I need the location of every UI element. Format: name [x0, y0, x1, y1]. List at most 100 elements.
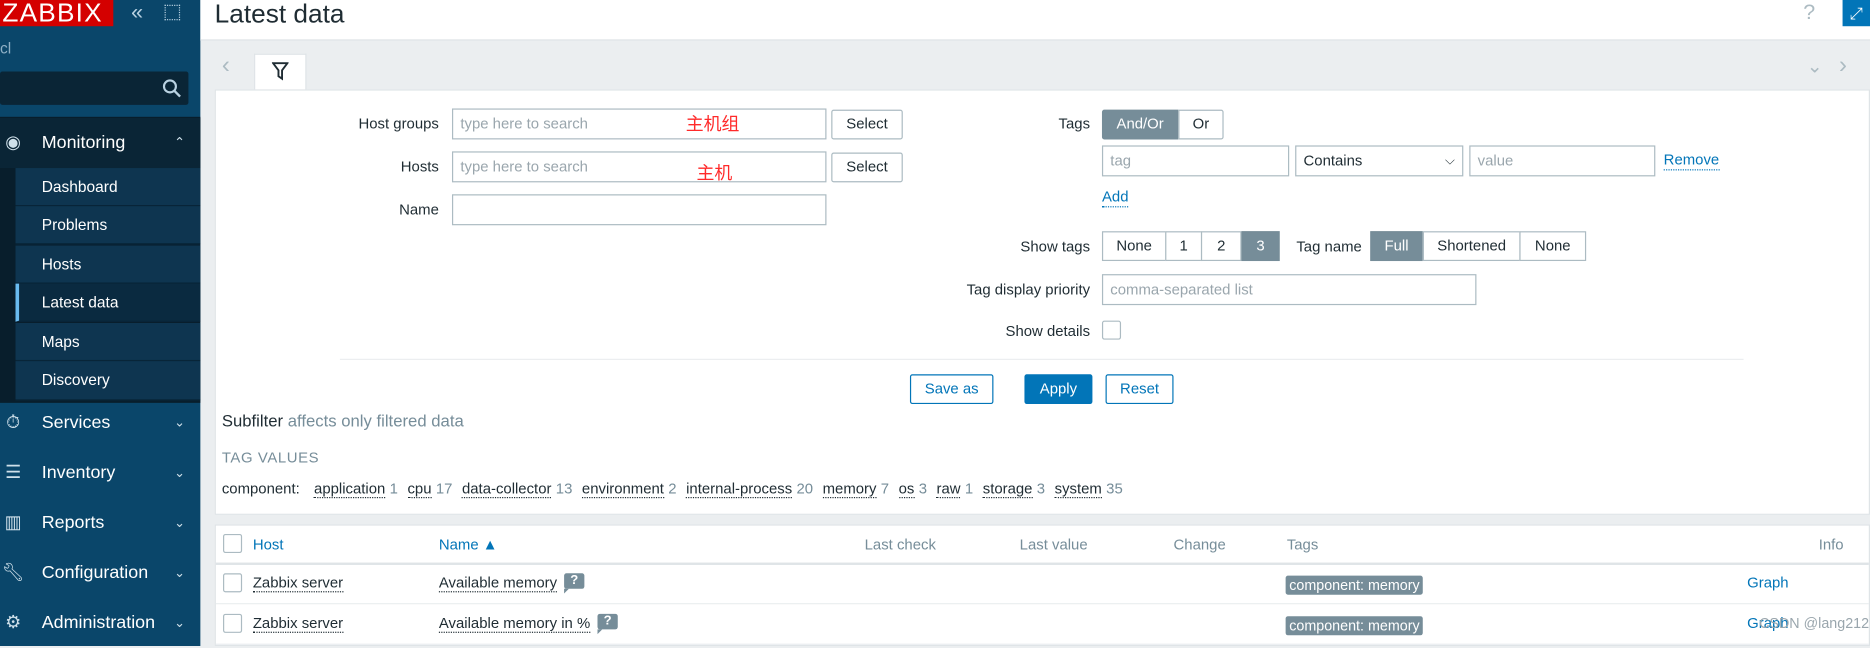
- host-groups-input[interactable]: type here to search: [451, 108, 827, 140]
- tag-value-item: os 3: [898, 479, 927, 499]
- tag-badge[interactable]: component: memory: [1285, 616, 1424, 636]
- column-name[interactable]: Name ▲: [439, 536, 498, 553]
- name-input[interactable]: [451, 194, 827, 226]
- tag-value-input[interactable]: value: [1469, 145, 1656, 177]
- show-details-checkbox[interactable]: [1101, 320, 1122, 340]
- tag-value-link[interactable]: application: [314, 480, 386, 499]
- tag-value-link[interactable]: cpu: [407, 480, 432, 499]
- tag-value-link[interactable]: system: [1054, 480, 1102, 499]
- submenu-hosts[interactable]: Hosts: [15, 245, 201, 284]
- tag-value-item: environment 2: [582, 479, 677, 499]
- reset-button[interactable]: Reset: [1105, 374, 1174, 405]
- tag-value-item: system 35: [1054, 479, 1123, 499]
- menu-configuration[interactable]: 🔧︎ Configuration ⌄: [0, 548, 200, 598]
- bar-chart-icon: ▥: [4, 512, 22, 533]
- apply-button[interactable]: Apply: [1024, 374, 1093, 405]
- graph-link[interactable]: Graph: [1747, 574, 1788, 591]
- tag-value-item: data-collector 13: [462, 479, 572, 499]
- help-hint-icon[interactable]: ?: [564, 573, 585, 594]
- menu-reports[interactable]: ▥ Reports ⌄: [0, 498, 200, 548]
- tag-value-count: 35: [1106, 480, 1123, 498]
- subfilter-heading: Subfilter affects only filtered data: [221, 411, 464, 431]
- tag-value-count: 20: [796, 480, 814, 498]
- submenu-latest-data[interactable]: Latest data: [15, 283, 201, 322]
- sidebar-search-input[interactable]: [0, 71, 189, 105]
- row-checkbox[interactable]: [223, 613, 243, 633]
- host-link[interactable]: Zabbix server: [252, 615, 344, 633]
- tag-value-count: 7: [880, 480, 890, 498]
- menu-inventory[interactable]: ☰ Inventory ⌄: [0, 448, 200, 498]
- column-host[interactable]: Host: [253, 536, 284, 553]
- submenu-problems[interactable]: Problems: [15, 206, 201, 245]
- chevron-left-icon[interactable]: ‹: [222, 52, 230, 79]
- tag-priority-label: Tag display priority: [966, 281, 1091, 298]
- chevron-down-icon[interactable]: ⌄: [1807, 55, 1823, 79]
- server-name: cl: [0, 39, 12, 58]
- tag-name-none[interactable]: None: [1519, 231, 1587, 262]
- tag-operator-select[interactable]: Contains ⌵: [1295, 145, 1464, 177]
- tag-name-shortened[interactable]: Shortened: [1422, 231, 1521, 262]
- tag-name-full[interactable]: Full: [1370, 231, 1423, 262]
- table-row: Zabbix server Available memory ? compone…: [215, 565, 1869, 605]
- tag-value-link[interactable]: os: [898, 480, 915, 499]
- show-tags-3[interactable]: 3: [1241, 231, 1280, 262]
- tags-label: Tags: [1058, 115, 1091, 133]
- host-link[interactable]: Zabbix server: [252, 574, 344, 593]
- hosts-select-button[interactable]: Select: [831, 152, 903, 183]
- collapse-sidebar-icon[interactable]: «: [131, 0, 143, 25]
- host-groups-select-button[interactable]: Select: [831, 109, 903, 140]
- tag-value-link[interactable]: internal-process: [686, 480, 793, 499]
- annotation-host-groups: 主机组: [685, 114, 740, 135]
- chevron-right-icon[interactable]: ›: [1839, 52, 1847, 79]
- tags-and-or-toggle[interactable]: And/Or: [1101, 109, 1179, 140]
- save-as-button[interactable]: Save as: [909, 374, 994, 405]
- chevron-down-icon: ⌄: [174, 566, 186, 581]
- tag-badge[interactable]: component: memory: [1285, 575, 1424, 595]
- select-all-checkbox[interactable]: [223, 533, 243, 554]
- tag-value-link[interactable]: storage: [983, 480, 1033, 499]
- tags-or-toggle[interactable]: Or: [1178, 109, 1224, 140]
- tag-value-item: internal-process 20: [686, 479, 814, 499]
- chevron-down-icon: ⌄: [174, 415, 186, 431]
- help-hint-icon[interactable]: ?: [597, 613, 618, 635]
- show-tags-none[interactable]: None: [1101, 231, 1167, 262]
- zabbix-logo[interactable]: ZABBIX: [0, 0, 114, 27]
- tag-value-count: 17: [435, 480, 453, 498]
- fullscreen-icon[interactable]: ⤢: [1842, 0, 1870, 27]
- submenu-maps[interactable]: Maps: [15, 322, 201, 362]
- kiosk-mode-icon[interactable]: [164, 4, 181, 21]
- filter-tab[interactable]: [254, 53, 307, 91]
- tag-value-link[interactable]: data-collector: [462, 480, 552, 499]
- menu-services[interactable]: ⏱ Services ⌄: [0, 398, 200, 448]
- tag-value-link[interactable]: raw: [936, 480, 961, 499]
- help-icon[interactable]: ?: [1803, 0, 1815, 25]
- tag-value-link[interactable]: environment: [582, 480, 664, 499]
- search-icon: [162, 79, 181, 98]
- gear-icon: ⚙: [5, 612, 22, 633]
- show-tags-label: Show tags: [1020, 238, 1091, 256]
- menu-administration[interactable]: ⚙ Administration ⌄: [0, 598, 200, 648]
- item-name-link[interactable]: Available memory in %: [438, 615, 591, 633]
- remove-tag-link[interactable]: Remove: [1663, 151, 1720, 171]
- chevron-down-icon: ⌄: [174, 516, 186, 531]
- row-checkbox[interactable]: [223, 573, 243, 593]
- submenu-dashboard[interactable]: Dashboard: [15, 168, 201, 207]
- show-tags-1[interactable]: 1: [1165, 231, 1203, 262]
- menu-monitoring[interactable]: ◉ Monitoring ⌃: [0, 117, 201, 169]
- column-last-value: Last value: [1019, 536, 1088, 554]
- eye-icon: ◉: [5, 132, 21, 153]
- tag-input[interactable]: tag: [1101, 145, 1290, 177]
- tag-value-count: 1: [389, 480, 398, 498]
- page-header: [200, 0, 1870, 41]
- hosts-input[interactable]: type here to search: [451, 151, 827, 183]
- chevron-down-icon: ⌵: [1445, 153, 1455, 169]
- tag-priority-input[interactable]: comma-separated list: [1101, 274, 1477, 306]
- submenu-discovery[interactable]: Discovery: [15, 361, 201, 401]
- add-tag-link[interactable]: Add: [1101, 188, 1129, 208]
- tag-value-link[interactable]: memory: [823, 480, 877, 499]
- divider: [339, 358, 1744, 360]
- show-tags-2[interactable]: 2: [1200, 231, 1242, 262]
- item-name-link[interactable]: Available memory: [438, 574, 558, 593]
- name-label: Name: [399, 201, 439, 219]
- tag-name-label: Tag name: [1296, 238, 1362, 256]
